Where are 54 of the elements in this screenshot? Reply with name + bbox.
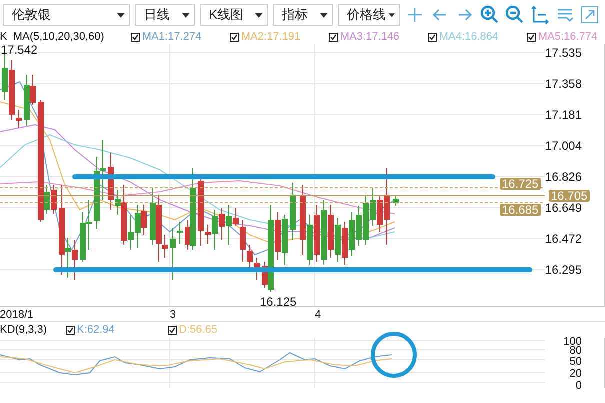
axis-label: 16.649 [545,202,582,214]
dropdown[interactable]: 价格线 [338,4,400,26]
ma-value: MA5:16.774 [538,31,598,43]
checkbox[interactable] [66,326,75,334]
kd-value: K:62.94 [77,324,115,336]
zoom-out-icon[interactable] [505,5,525,25]
price-tag: 16.685 [500,204,541,216]
indicator-label: MA(5,10,20,30,60) [13,31,106,43]
price-tag: 16.725 [500,178,541,190]
checkbox[interactable] [168,326,177,334]
checkbox[interactable] [329,32,338,42]
caret-icon [389,12,395,18]
axis-label: 17.181 [545,109,582,121]
low-price-label: 16.125 [260,296,297,308]
axis-label: 16.826 [545,171,582,183]
kd-value: D:56.65 [179,324,218,336]
axis-label: 80 [570,346,582,356]
caret-icon [117,12,125,18]
checkbox[interactable] [230,32,240,42]
axis-label: 100 [564,338,582,346]
axis-label: 0 [576,380,582,392]
ma-value: MA4:16.864 [439,31,499,43]
axis-label: 16.295 [545,264,582,276]
checkbox[interactable] [527,32,536,42]
dropdown[interactable]: 指标 [273,4,333,26]
date-label: 4 [315,309,322,321]
dropdown[interactable]: K线图 [200,4,268,26]
axis-label: 17.358 [545,78,582,90]
circle-annotation [370,331,418,379]
caret-icon [182,12,190,18]
axis-label: 17.535 [545,47,582,59]
dropdown[interactable]: 伦敦银 [3,4,130,26]
caret-icon [255,12,263,18]
checkbox[interactable] [131,32,140,42]
crosshair-icon[interactable] [405,5,425,25]
ma-value: MA1:17.274 [142,31,202,43]
ma-value: MA3:17.146 [340,31,400,43]
zoom-in-icon[interactable] [480,5,500,25]
ma-value: MA2:17.191 [241,31,301,43]
axis-label: 17.004 [545,140,582,152]
axis-label: 50 [570,356,582,368]
high-price-label: 17.542 [1,44,38,56]
date-label: 3 [170,309,176,321]
chart-label: K [0,31,8,43]
checkbox[interactable] [428,32,438,42]
date-label: 2018/1 [0,309,34,321]
axis-icon[interactable] [530,5,550,25]
indicator-label: KD(9,3,3) [0,324,48,336]
price-tag: 16.705 [549,190,590,202]
axis-label: 16.472 [545,233,582,245]
axis-label: 20 [570,368,582,380]
caret-icon [320,12,328,18]
dropdown[interactable]: 日线 [135,4,195,26]
expand-icon[interactable] [580,5,600,25]
